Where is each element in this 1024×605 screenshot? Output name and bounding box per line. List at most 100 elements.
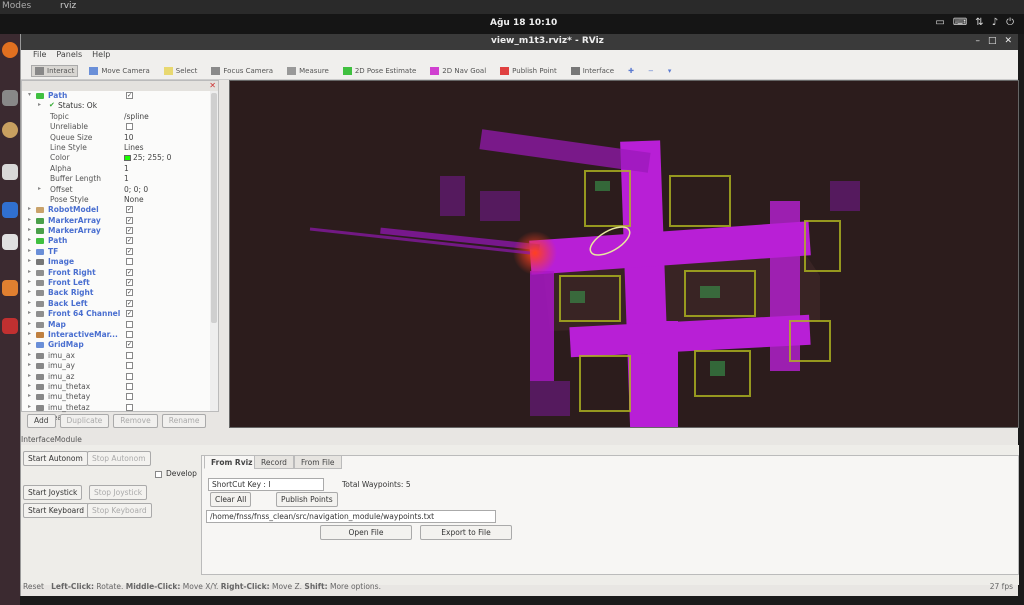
- volume-icon[interactable]: ♪: [992, 17, 998, 28]
- display-checkbox[interactable]: ✓: [126, 227, 133, 235]
- tab-record[interactable]: Record: [254, 455, 294, 469]
- writer-icon[interactable]: [2, 164, 18, 180]
- display-checkbox[interactable]: [126, 258, 133, 266]
- display-item[interactable]: ▸ Path ✓: [22, 236, 218, 246]
- display-checkbox[interactable]: [126, 393, 133, 401]
- display-checkbox[interactable]: ✓: [126, 310, 133, 318]
- 3d-view[interactable]: [229, 80, 1019, 428]
- property-row[interactable]: Queue Size 10: [22, 133, 218, 143]
- expand-arrow-icon[interactable]: ▸: [28, 392, 31, 399]
- display-checkbox[interactable]: ✓: [126, 237, 133, 245]
- property-row[interactable]: Buffer Length 1: [22, 174, 218, 184]
- rhythmbox-icon[interactable]: [2, 122, 18, 138]
- display-item[interactable]: ▸ imu_az: [22, 372, 218, 382]
- expand-arrow-icon[interactable]: ▸: [38, 101, 41, 108]
- display-checkbox[interactable]: [126, 330, 133, 338]
- tool-2d-pose-estimate[interactable]: 2D Pose Estimate: [340, 66, 419, 76]
- clock[interactable]: Ağu 18 10:10: [490, 18, 557, 28]
- expand-arrow-icon[interactable]: ▸: [28, 216, 31, 223]
- maximize-icon[interactable]: □: [988, 36, 997, 46]
- property-row[interactable]: Unreliable: [22, 122, 218, 132]
- help-icon[interactable]: [2, 234, 18, 250]
- tab-from-file[interactable]: From File: [294, 455, 342, 469]
- expand-arrow-icon[interactable]: ▸: [28, 372, 31, 379]
- expand-arrow-icon[interactable]: ▸: [28, 278, 31, 285]
- shortcut-key-field[interactable]: ShortCut Key : I: [208, 478, 324, 491]
- property-value[interactable]: 1: [124, 164, 129, 173]
- display-item[interactable]: ▸ imu_thetax: [22, 382, 218, 392]
- display-item[interactable]: ▸ imu_ay: [22, 361, 218, 371]
- display-item[interactable]: ▸ Front Left ✓: [22, 278, 218, 288]
- develop-box[interactable]: [155, 470, 162, 478]
- display-item[interactable]: ▸ imu_thetaz: [22, 403, 218, 413]
- property-value[interactable]: Lines: [124, 143, 144, 152]
- zoom-in-icon[interactable]: ✚: [625, 66, 637, 76]
- tool-select[interactable]: Select: [161, 66, 201, 76]
- expand-arrow-icon[interactable]: ▸: [38, 185, 41, 192]
- tool-move-camera[interactable]: Move Camera: [86, 66, 152, 76]
- display-item[interactable]: ▸ MarkerArray ✓: [22, 216, 218, 226]
- open-file-button[interactable]: Open File: [320, 525, 412, 540]
- display-item[interactable]: ▸ Back Right ✓: [22, 288, 218, 298]
- display-checkbox[interactable]: ✓: [126, 92, 133, 99]
- expand-arrow-icon[interactable]: ▸: [28, 247, 31, 254]
- unreliable-checkbox[interactable]: [126, 123, 133, 131]
- display-item[interactable]: ▸ imu_ax: [22, 351, 218, 361]
- tool-interface[interactable]: Interface: [568, 66, 617, 76]
- start-keyboard-button[interactable]: Start Keyboard: [23, 503, 89, 518]
- stop-autonom-button[interactable]: Stop Autonom: [87, 451, 151, 466]
- start-autonom-button[interactable]: Start Autonom: [23, 451, 88, 466]
- display-item[interactable]: ▸ Image: [22, 257, 218, 267]
- display-item[interactable]: ▸ Front Right ✓: [22, 268, 218, 278]
- property-row[interactable]: Color 25; 255; 0: [22, 153, 218, 163]
- start-joystick-button[interactable]: Start Joystick: [23, 485, 83, 500]
- display-checkbox[interactable]: [126, 351, 133, 359]
- firefox-icon[interactable]: [2, 42, 18, 58]
- expand-arrow-icon[interactable]: ▸: [28, 330, 31, 337]
- remove-button[interactable]: Remove: [113, 414, 158, 428]
- expand-arrow-icon[interactable]: ▸: [28, 299, 31, 306]
- display-item[interactable]: ▸ MarkerArray ✓: [22, 226, 218, 236]
- duplicate-button[interactable]: Duplicate: [59, 414, 110, 428]
- display-checkbox[interactable]: ✓: [126, 299, 133, 307]
- property-value[interactable]: None: [124, 195, 144, 204]
- property-value[interactable]: /spline: [124, 112, 149, 121]
- menu-panels[interactable]: Panels: [56, 50, 82, 62]
- property-row[interactable]: Alpha 1: [22, 164, 218, 174]
- zoom-out-icon[interactable]: −: [645, 66, 657, 76]
- display-item[interactable]: ▸ RobotModel ✓: [22, 205, 218, 215]
- clear-all-button[interactable]: Clear All: [210, 492, 252, 507]
- display-item-path[interactable]: ▾ Path ✓: [22, 91, 218, 101]
- property-value[interactable]: 10: [124, 133, 134, 142]
- display-checkbox[interactable]: ✓: [126, 268, 133, 276]
- publish-points-button[interactable]: Publish Points: [276, 492, 338, 507]
- display-checkbox[interactable]: ✓: [126, 279, 133, 287]
- add-button[interactable]: Add: [27, 414, 56, 428]
- property-row[interactable]: Offset 0; 0; 0 ▸: [22, 185, 218, 195]
- file-path-input[interactable]: /home/fnss/fnss_clean/src/navigation_mod…: [206, 510, 496, 523]
- app-menu[interactable]: rviz: [60, 1, 76, 11]
- display-checkbox[interactable]: ✓: [126, 247, 133, 255]
- expand-arrow-icon[interactable]: ▸: [28, 320, 31, 327]
- stop-joystick-button[interactable]: Stop Joystick: [89, 485, 148, 500]
- property-row[interactable]: Topic/spline: [22, 112, 218, 122]
- property-value[interactable]: 25; 255; 0: [124, 153, 171, 162]
- display-checkbox[interactable]: [126, 382, 133, 390]
- display-checkbox[interactable]: [126, 403, 133, 411]
- power-icon[interactable]: ⏻: [1006, 17, 1014, 28]
- property-value[interactable]: 1: [124, 174, 129, 183]
- display-checkbox[interactable]: ✓: [126, 341, 133, 349]
- property-row[interactable]: Line Style Lines: [22, 143, 218, 153]
- network-icon[interactable]: ⇅: [975, 17, 983, 28]
- expand-arrow-icon[interactable]: ▸: [28, 340, 31, 347]
- tool-interact[interactable]: Interact: [31, 64, 79, 77]
- close-icon[interactable]: ✕: [1004, 36, 1012, 46]
- expand-arrow-icon[interactable]: ▸: [28, 236, 31, 243]
- expand-arrow-icon[interactable]: ▸: [28, 351, 31, 358]
- collapse-arrow-icon[interactable]: ▾: [28, 91, 31, 98]
- panel-close-icon[interactable]: ✕: [209, 81, 216, 90]
- display-item[interactable]: ▸ Map: [22, 320, 218, 330]
- menu-file[interactable]: File: [33, 50, 46, 62]
- tool-2d-nav-goal[interactable]: 2D Nav Goal: [427, 66, 489, 76]
- display-item[interactable]: ▸ GridMap ✓: [22, 340, 218, 350]
